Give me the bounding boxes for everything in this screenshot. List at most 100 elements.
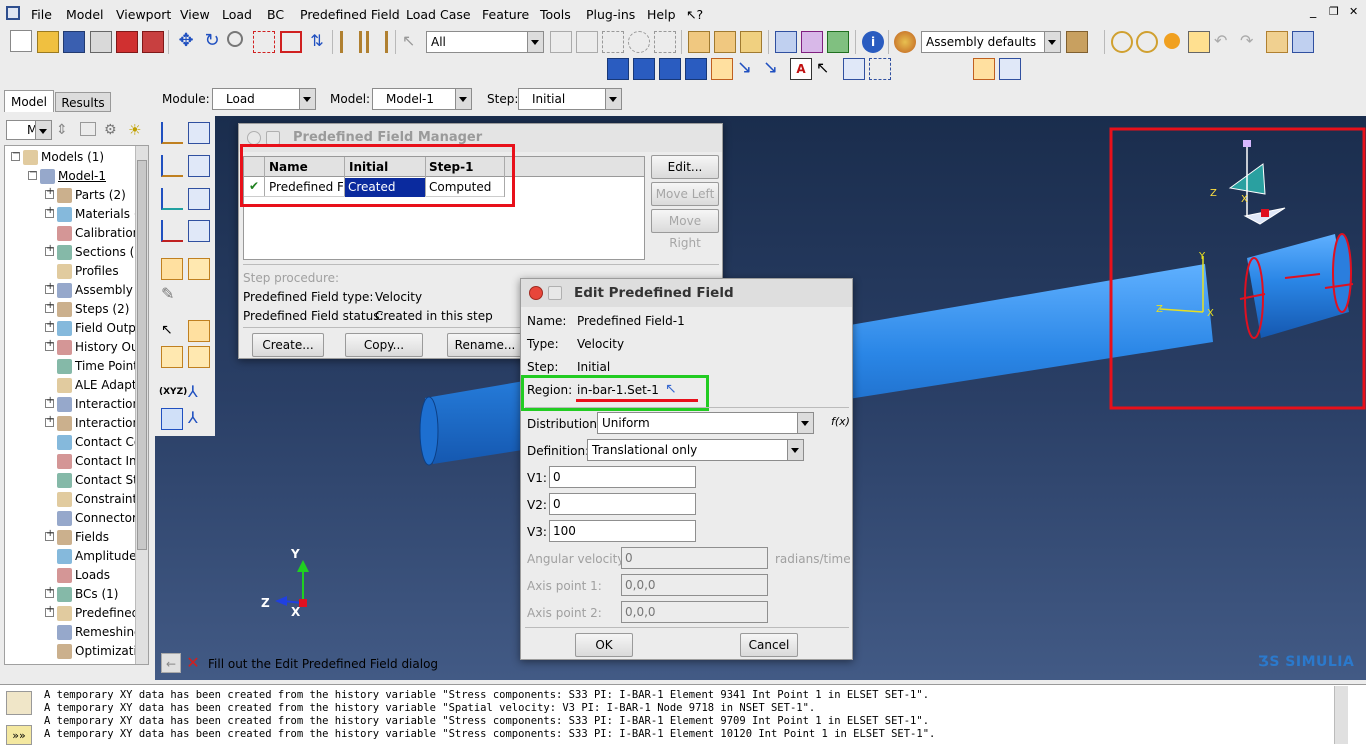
- partition-2-icon[interactable]: [188, 320, 210, 342]
- iso-view-icon[interactable]: [688, 31, 710, 53]
- import-icon[interactable]: [142, 31, 164, 53]
- v2-input[interactable]: 0: [549, 493, 696, 515]
- selection-box-icon[interactable]: [576, 31, 598, 53]
- move-left-button[interactable]: Move Left: [651, 182, 719, 206]
- edit-button[interactable]: Edit...: [651, 155, 719, 179]
- set-icon[interactable]: [161, 346, 183, 368]
- cancel-procedure-icon[interactable]: ✕: [183, 653, 203, 673]
- tree-filter-icon[interactable]: ⚙: [104, 120, 126, 142]
- suppress-icon[interactable]: [1292, 31, 1314, 53]
- special-icon[interactable]: [161, 258, 183, 280]
- select-arrow-icon[interactable]: ↖: [402, 31, 424, 53]
- tree-scroll-thumb[interactable]: [137, 160, 147, 550]
- menu-bc[interactable]: BC: [267, 7, 284, 22]
- definition-select[interactable]: Translational only: [587, 439, 804, 461]
- whats-this-icon[interactable]: ↖?: [686, 7, 703, 22]
- tools-icon[interactable]: [1188, 31, 1210, 53]
- back-arrow-icon[interactable]: ←: [161, 653, 181, 673]
- collapse-icon[interactable]: [11, 148, 20, 161]
- expand-icon[interactable]: [45, 395, 54, 408]
- selection-option-icon[interactable]: [550, 31, 572, 53]
- instance-display-icon[interactable]: [1066, 31, 1088, 53]
- distribution-select[interactable]: Uniform: [597, 412, 814, 434]
- tree-folder-icon[interactable]: [80, 122, 96, 136]
- menu-file[interactable]: File: [31, 7, 52, 22]
- open-folder-icon[interactable]: [37, 31, 59, 53]
- create-bc-icon[interactable]: [161, 155, 183, 177]
- v3-input[interactable]: 100: [549, 520, 696, 542]
- datum-csys-icon[interactable]: (XYZ): [159, 382, 187, 404]
- wireframe-icon[interactable]: [801, 31, 823, 53]
- view-layout-4-icon[interactable]: [685, 58, 707, 80]
- menu-plugins[interactable]: Plug-ins: [586, 7, 635, 22]
- datum-manager-2-icon[interactable]: [999, 58, 1021, 80]
- front-view-icon[interactable]: [714, 31, 736, 53]
- menu-model[interactable]: Model: [66, 7, 104, 22]
- tree-up-down-icon[interactable]: ⇕: [56, 120, 78, 142]
- special-2-icon[interactable]: [188, 258, 210, 280]
- view-cut-icon[interactable]: [1111, 31, 1133, 53]
- menu-load[interactable]: Load: [222, 7, 252, 22]
- shaded-icon[interactable]: [827, 31, 849, 53]
- create-load-icon[interactable]: [161, 122, 183, 144]
- copy-button[interactable]: Copy...: [345, 333, 423, 357]
- menu-tools[interactable]: Tools: [540, 7, 571, 22]
- print-icon[interactable]: [90, 31, 112, 53]
- create-button[interactable]: Create...: [252, 333, 324, 357]
- expand-icon[interactable]: [45, 338, 54, 351]
- expand-icon[interactable]: [45, 585, 54, 598]
- menu-feature[interactable]: Feature: [482, 7, 529, 22]
- select-annotation-icon[interactable]: ↖: [816, 58, 838, 80]
- expression-fx-button[interactable]: f(x): [831, 415, 850, 428]
- expand-icon[interactable]: [45, 604, 54, 617]
- menu-view[interactable]: View: [180, 7, 210, 22]
- annotation-icon[interactable]: [711, 58, 733, 80]
- datum-manager-icon[interactable]: [973, 58, 995, 80]
- edit-tool-icon[interactable]: ✎: [161, 284, 183, 306]
- step-select[interactable]: Initial: [518, 88, 622, 110]
- undo-icon[interactable]: ↶: [1214, 31, 1236, 53]
- drag-shape-icon[interactable]: [602, 31, 624, 53]
- expand-icon[interactable]: [45, 205, 54, 218]
- expand-icon[interactable]: [45, 528, 54, 541]
- rotate-icon[interactable]: ↻: [201, 31, 223, 53]
- save-icon[interactable]: [63, 31, 85, 53]
- export-icon[interactable]: [116, 31, 138, 53]
- v1-input[interactable]: 0: [549, 466, 696, 488]
- message-tool-icon[interactable]: [6, 691, 32, 715]
- collapse-icon[interactable]: [28, 167, 37, 180]
- datum-plane-icon[interactable]: [161, 408, 183, 430]
- tab-model[interactable]: Model: [4, 90, 54, 112]
- cycle-views-icon[interactable]: ⇅: [306, 31, 328, 53]
- info-icon[interactable]: i: [862, 31, 884, 53]
- expand-icon[interactable]: [45, 414, 54, 427]
- expand-icon[interactable]: [45, 319, 54, 332]
- auto-fit-icon[interactable]: [280, 31, 302, 53]
- selection-filter-select[interactable]: All: [426, 31, 544, 53]
- tree-highlight-icon[interactable]: ☀: [128, 120, 150, 142]
- redo-icon[interactable]: ↷: [1240, 31, 1262, 53]
- text-annotation-icon[interactable]: A: [790, 58, 812, 80]
- highlight-icon[interactable]: [1164, 33, 1180, 49]
- replace-icon[interactable]: [1266, 31, 1288, 53]
- close-icon[interactable]: ✕: [1349, 5, 1358, 18]
- module-select[interactable]: Load: [212, 88, 316, 110]
- table-annotation-2-icon[interactable]: [869, 58, 891, 80]
- table-annotation-icon[interactable]: [843, 58, 865, 80]
- pan-icon[interactable]: ✥: [175, 31, 197, 53]
- menu-help[interactable]: Help: [647, 7, 676, 22]
- expand-icon[interactable]: [45, 186, 54, 199]
- arrow-annotation-icon[interactable]: ↘: [737, 58, 759, 80]
- query-icon[interactable]: [340, 31, 362, 53]
- view-layout-3-icon[interactable]: [659, 58, 681, 80]
- new-file-icon[interactable]: [10, 30, 32, 52]
- partition-icon[interactable]: ↖: [161, 320, 183, 342]
- menu-predefined-field[interactable]: Predefined Field: [300, 7, 400, 22]
- close-icon[interactable]: [529, 286, 543, 300]
- back-view-icon[interactable]: [740, 31, 762, 53]
- datum-point-icon[interactable]: ⅄: [188, 408, 210, 430]
- zoom-box-icon[interactable]: [253, 31, 275, 53]
- arrow-annotation-2-icon[interactable]: ↘: [763, 58, 785, 80]
- restore-icon[interactable]: ❐: [1329, 5, 1339, 18]
- message-scrollbar[interactable]: [1334, 686, 1348, 744]
